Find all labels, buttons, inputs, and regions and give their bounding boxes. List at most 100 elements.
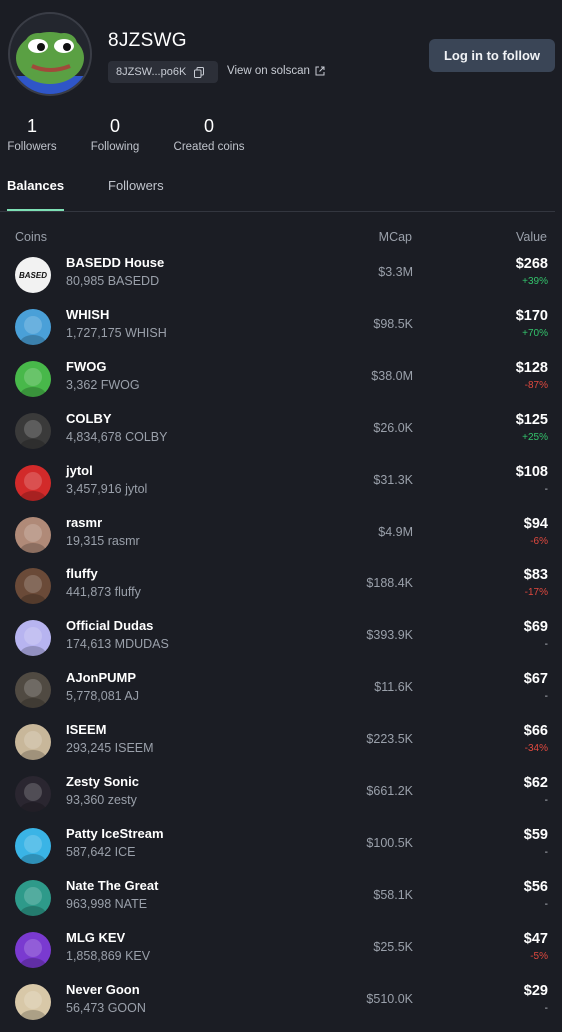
coin-mcap: $31.3K	[373, 472, 413, 487]
coin-value: $59	[523, 826, 548, 843]
table-row[interactable]: Patty IceStream 587,642 ICE $100.5K $59 -	[0, 824, 562, 876]
coin-change: -	[544, 846, 548, 858]
stat-followers[interactable]: 1 Followers	[7, 116, 57, 153]
coin-value: $47	[523, 930, 548, 947]
coin-value: $66	[523, 723, 548, 740]
coin-name: WHISH	[66, 306, 110, 322]
table-row[interactable]: COLBY 4,834,678 COLBY $26.0K $125 +25%	[0, 409, 562, 461]
coin-mcap: $188.4K	[366, 576, 413, 591]
coin-value: $108	[515, 463, 548, 480]
coin-avatar-art-icon	[20, 731, 46, 761]
table-row[interactable]: fluffy 441,873 fluffy $188.4K $83 -17%	[0, 564, 562, 616]
table-row[interactable]: Official Dudas 174,613 MDUDAS $393.9K $69 -	[0, 616, 562, 668]
coin-change: -	[544, 1002, 548, 1014]
coin-avatar	[15, 412, 51, 449]
coin-avatar-art-icon	[20, 886, 46, 916]
coin-name: Patty IceStream	[66, 825, 164, 841]
coin-avatar	[15, 931, 51, 968]
stat-created-coins-label: Created coins	[173, 141, 245, 153]
coin-balance: 587,642 ICE	[66, 844, 136, 859]
stat-following[interactable]: 0 Following	[89, 116, 141, 153]
coin-value: $83	[523, 567, 548, 584]
coin-mcap: $100.5K	[366, 835, 413, 850]
coin-value: $268	[515, 256, 548, 272]
coin-avatar	[15, 308, 51, 345]
stat-created-coins-value: 0	[203, 116, 214, 136]
coin-avatar	[15, 724, 51, 761]
coin-change: -34%	[524, 743, 548, 755]
coin-name: ISEEM	[66, 722, 107, 738]
coin-avatar	[15, 360, 51, 397]
coin-balance: 3,457,916 jytol	[66, 481, 148, 496]
coin-avatar	[15, 568, 51, 605]
login-to-follow-button[interactable]: Log in to follow	[429, 39, 555, 72]
coin-change: -	[544, 691, 548, 703]
coin-balance: 93,360 zesty	[66, 793, 137, 807]
coin-balance: 80,985 BASEDD	[66, 274, 160, 288]
coin-balance: 4,834,678 COLBY	[66, 429, 168, 444]
table-row[interactable]: MLG KEV 1,858,869 KEV $25.5K $47 -5%	[0, 928, 562, 980]
coin-balance: 174,613 MDUDAS	[66, 637, 169, 652]
stat-created-coins[interactable]: 0 Created coins	[172, 116, 246, 153]
coin-value: $69	[523, 619, 548, 636]
coin-balance: 963,998 NATE	[66, 896, 148, 911]
stat-following-label: Following	[90, 141, 140, 153]
coin-balance: 441,873 fluffy	[66, 585, 141, 600]
coin-name: MLG KEV	[66, 929, 126, 945]
coin-balance: 1,727,175 WHISH	[66, 325, 167, 340]
coin-balance: 56,473 GOON	[66, 1000, 146, 1015]
coin-change: -87%	[524, 379, 548, 391]
column-header-mcap: MCap	[378, 230, 412, 244]
table-row[interactable]: ISEEM 293,245 ISEEM $223.5K $66 -34%	[0, 720, 562, 772]
coin-balance: 5,778,081 AJ	[66, 689, 139, 704]
table-row[interactable]: AJonPUMP 5,778,081 AJ $11.6K $67 -	[0, 668, 562, 720]
coin-change: -	[544, 795, 548, 806]
coin-value: $170	[515, 307, 548, 324]
table-row[interactable]: Nate The Great 963,998 NATE $58.1K $56 -	[0, 876, 562, 928]
coin-name: fluffy	[66, 566, 98, 582]
profile-avatar	[8, 12, 92, 96]
coin-avatar	[15, 516, 51, 553]
table-row[interactable]: rasmr 19,315 rasmr $4.9M $94 -6%	[0, 513, 562, 565]
table-row[interactable]: WHISH 1,727,175 WHISH $98.5K $170 +70%	[0, 305, 562, 357]
coin-mcap: $393.9K	[366, 628, 413, 643]
profile-username: 8JZSWG	[108, 30, 187, 51]
coin-avatar-art-icon	[20, 834, 46, 864]
coin-value: $56	[523, 878, 548, 895]
coin-avatar	[15, 620, 51, 657]
coin-value: $94	[523, 515, 548, 532]
tab-followers[interactable]: Followers	[108, 178, 164, 193]
coin-change: -	[544, 898, 548, 910]
coin-mcap: $25.5K	[373, 939, 413, 954]
coin-avatar	[15, 827, 51, 864]
solscan-label: View on solscan	[227, 65, 310, 77]
table-row[interactable]: Zesty Sonic 93,360 zesty $661.2K $62 -	[0, 772, 562, 824]
coin-name: COLBY	[66, 410, 112, 426]
coin-name: FWOG	[66, 358, 107, 374]
coin-avatar-art-icon	[20, 471, 46, 501]
table-row[interactable]: BASED BASEDD House 80,985 BASEDD $3.3M $268 +…	[0, 253, 562, 305]
coin-mcap: $38.0M	[371, 368, 413, 383]
stat-following-value: 0	[109, 116, 120, 136]
coin-mcap: $510.0K	[366, 991, 413, 1006]
table-row[interactable]: jytol 3,457,916 jytol $31.3K $108 -	[0, 461, 562, 513]
coin-name: Official Dudas	[66, 618, 154, 634]
solscan-link[interactable]: View on solscan	[227, 65, 325, 77]
coin-mcap: $4.9M	[378, 524, 413, 539]
address-copy-pill[interactable]: 8JZSW...po6K	[108, 61, 218, 83]
column-header-coins: Coins	[15, 230, 47, 244]
coin-avatar	[15, 879, 51, 916]
copy-icon[interactable]	[194, 66, 205, 78]
coin-avatar-art-icon	[20, 679, 46, 709]
coin-balance: 1,858,869 KEV	[66, 948, 151, 963]
coin-name: Nate The Great	[66, 877, 159, 893]
coin-mcap: $661.2K	[366, 784, 413, 798]
coin-value: $128	[515, 359, 548, 376]
tab-balances[interactable]: Balances	[7, 178, 64, 193]
coin-change: -	[544, 639, 548, 651]
table-row[interactable]: FWOG 3,362 FWOG $38.0M $128 -87%	[0, 357, 562, 409]
pepe-avatar-icon	[10, 14, 90, 94]
tabs-divider	[0, 211, 555, 212]
coin-avatar-art-icon	[20, 367, 46, 397]
coin-avatar-art-icon	[20, 575, 46, 605]
